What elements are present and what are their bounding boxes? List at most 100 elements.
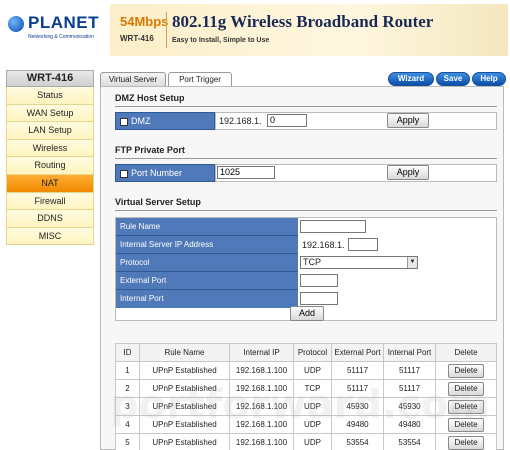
planet-globe-icon <box>8 16 24 32</box>
delete-button[interactable]: Delete <box>448 399 484 414</box>
virtual-server-table: ID Rule Name Internal IP Protocol Extern… <box>115 343 497 450</box>
table-row: 2 UPnP Established 192.168.1.100 TCP 511… <box>115 379 497 398</box>
sidebar-item-status[interactable]: Status <box>6 87 94 105</box>
dmz-ip-input[interactable]: 0 <box>267 114 307 127</box>
external-port-label: External Port <box>116 272 298 290</box>
dmz-apply-button[interactable]: Apply <box>387 113 429 128</box>
cell-protocol: UDP <box>293 361 332 380</box>
server-ip-input[interactable] <box>348 238 378 251</box>
cell-internal-ip: 192.168.1.100 <box>229 415 294 434</box>
sidebar-item-wan-setup[interactable]: WAN Setup <box>6 104 94 123</box>
ftp-apply-button[interactable]: Apply <box>387 165 429 180</box>
cell-protocol: UDP <box>293 397 332 416</box>
dmz-section-title: DMZ Host Setup <box>115 93 185 103</box>
cell-id: 3 <box>115 397 140 416</box>
cell-internal-ip: 192.168.1.100 <box>229 397 294 416</box>
delete-button[interactable]: Delete <box>448 417 484 432</box>
delete-button[interactable]: Delete <box>448 381 484 396</box>
tab-virtual-server[interactable]: Virtual Server <box>100 72 166 86</box>
cell-external-port: 51117 <box>331 361 384 380</box>
sidebar-item-nat[interactable]: NAT <box>6 174 94 193</box>
chevron-down-icon[interactable]: ▼ <box>407 257 417 268</box>
dmz-checkbox-label: DMZ <box>131 116 151 126</box>
cell-internal-port: 45930 <box>383 397 436 416</box>
cell-protocol: UDP <box>293 433 332 450</box>
cell-rule-name: UPnP Established <box>139 397 230 416</box>
divider <box>115 158 497 159</box>
internal-port-input[interactable] <box>300 292 338 305</box>
tab-port-trigger[interactable]: Port Trigger <box>168 72 232 86</box>
col-header-internal-port: Internal Port <box>383 343 436 362</box>
divider <box>115 210 497 211</box>
cell-id: 5 <box>115 433 140 450</box>
cell-internal-ip: 192.168.1.100 <box>229 379 294 398</box>
dmz-checkbox-row: DMZ <box>120 116 151 126</box>
header: PLANET Networking & Communication 54Mbps… <box>0 0 510 62</box>
delete-button[interactable]: Delete <box>448 363 484 378</box>
speed-label: 54Mbps <box>120 14 169 29</box>
cell-delete: Delete <box>435 379 497 398</box>
col-header-protocol: Protocol <box>293 343 332 362</box>
cell-delete: Delete <box>435 361 497 380</box>
server-ip-label: Internal Server IP Address <box>116 236 298 254</box>
wizard-button[interactable]: Wizard <box>388 72 434 86</box>
divider <box>115 106 497 107</box>
brand-name: PLANET <box>28 13 99 32</box>
cell-rule-name: UPnP Established <box>139 433 230 450</box>
protocol-select[interactable]: TCP ▼ <box>300 256 418 269</box>
internal-port-label: Internal Port <box>116 290 298 308</box>
cell-internal-port: 51117 <box>383 379 436 398</box>
cell-internal-port: 53554 <box>383 433 436 450</box>
sidebar-item-wireless[interactable]: Wireless <box>6 139 94 158</box>
dmz-ip-prefix: 192.168.1. <box>219 116 262 126</box>
table-row: 1 UPnP Established 192.168.1.100 UDP 511… <box>115 361 497 380</box>
sidebar-item-lan-setup[interactable]: LAN Setup <box>6 122 94 140</box>
protocol-label: Protocol <box>116 254 298 272</box>
table-header-row: ID Rule Name Internal IP Protocol Extern… <box>115 343 497 362</box>
col-header-delete: Delete <box>435 343 497 362</box>
cell-internal-ip: 192.168.1.100 <box>229 361 294 380</box>
ftp-checkbox[interactable] <box>120 169 128 178</box>
dmz-label-cell: DMZ <box>115 112 215 130</box>
dmz-checkbox[interactable] <box>120 117 128 126</box>
sidebar-item-ddns[interactable]: DDNS <box>6 210 94 228</box>
save-button[interactable]: Save <box>436 72 470 86</box>
cell-delete: Delete <box>435 415 497 434</box>
sidebar: WRT-416 Status WAN Setup LAN Setup Wirel… <box>6 70 94 250</box>
col-header-id: ID <box>115 343 140 362</box>
vs-section-title: Virtual Server Setup <box>115 197 201 207</box>
ftp-port-input[interactable]: 1025 <box>217 166 275 179</box>
ftp-label-cell: Port Number <box>115 164 215 182</box>
table-row: 4 UPnP Established 192.168.1.100 UDP 494… <box>115 415 497 434</box>
cell-protocol: TCP <box>293 379 332 398</box>
cell-internal-ip: 192.168.1.100 <box>229 433 294 450</box>
rule-name-input[interactable] <box>300 220 366 233</box>
table-row: 3 UPnP Established 192.168.1.100 UDP 459… <box>115 397 497 416</box>
ftp-checkbox-label: Port Number <box>131 168 183 178</box>
external-port-input[interactable] <box>300 274 338 287</box>
table-row: 5 UPnP Established 192.168.1.100 UDP 535… <box>115 433 497 450</box>
help-button[interactable]: Help <box>472 72 506 86</box>
cell-rule-name: UPnP Established <box>139 361 230 380</box>
protocol-select-value: TCP <box>303 257 321 267</box>
product-banner: 54Mbps WRT-416 802.11g Wireless Broadban… <box>110 4 508 56</box>
sidebar-item-firewall[interactable]: Firewall <box>6 192 94 211</box>
col-header-rule-name: Rule Name <box>139 343 230 362</box>
rule-name-label: Rule Name <box>116 218 298 236</box>
ftp-checkbox-row: Port Number <box>120 168 182 178</box>
delete-button[interactable]: Delete <box>448 435 484 450</box>
sidebar-item-routing[interactable]: Routing <box>6 157 94 175</box>
virtual-server-form: Rule Name Internal Server IP Address 192… <box>115 217 497 321</box>
cell-external-port: 53554 <box>331 433 384 450</box>
cell-delete: Delete <box>435 433 497 450</box>
cell-id: 1 <box>115 361 140 380</box>
banner-model: WRT-416 <box>120 34 154 43</box>
cell-id: 2 <box>115 379 140 398</box>
col-header-internal-ip: Internal IP <box>229 343 294 362</box>
cell-rule-name: UPnP Established <box>139 379 230 398</box>
server-ip-prefix: 192.168.1. <box>302 240 345 250</box>
sidebar-item-misc[interactable]: MISC <box>6 227 94 246</box>
ftp-section-title: FTP Private Port <box>115 145 185 155</box>
planet-logo: PLANET Networking & Communication <box>6 10 106 50</box>
add-button[interactable]: Add <box>290 306 324 321</box>
